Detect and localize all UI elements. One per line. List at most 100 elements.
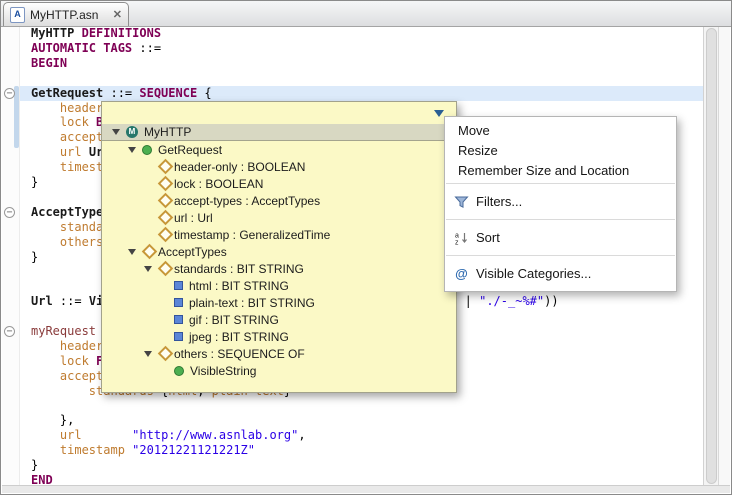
outline-row[interactable]: others : SEQUENCE OF [102, 345, 456, 362]
menu-item-label: Move [458, 123, 490, 138]
tab-label: MyHTTP.asn [30, 8, 98, 22]
outline-row-label: url : Url [174, 211, 213, 225]
menu-separator [446, 255, 675, 256]
outline-row[interactable]: html : BIT STRING [102, 277, 456, 294]
fold-collapse-icon[interactable]: − [4, 207, 15, 218]
code-line[interactable]: } [31, 175, 38, 190]
code-line[interactable]: } [31, 458, 38, 473]
fold-collapse-icon[interactable]: − [4, 88, 15, 99]
outline-row-label: lock : BOOLEAN [174, 177, 263, 191]
bit-icon [174, 281, 183, 290]
menu-item-filters[interactable]: Filters... [445, 187, 676, 216]
field-icon [158, 159, 174, 175]
chevron-down-icon [434, 110, 444, 117]
menu-item-label: Filters... [476, 194, 522, 209]
sequence-icon [142, 145, 152, 155]
outline-row-label: GetRequest [158, 143, 222, 157]
code-line[interactable]: } [31, 250, 38, 265]
outline-row-label: plain-text : BIT STRING [189, 296, 315, 310]
outline-row[interactable]: header-only : BOOLEAN [102, 158, 456, 175]
bit-icon [174, 315, 183, 324]
menu-item-sort[interactable]: az Sort [445, 223, 676, 252]
outline-row[interactable]: GetRequest [102, 141, 456, 158]
outline-row[interactable]: accept-types : AcceptTypes [102, 192, 456, 209]
outline-row[interactable]: plain-text : BIT STRING [102, 294, 456, 311]
code-line[interactable]: END [31, 473, 53, 485]
field-icon [158, 261, 174, 277]
svg-text:a: a [455, 232, 459, 239]
quick-outline-popup: M MyHTTP GetRequest header-only : BOOLEAN lo… [101, 101, 457, 393]
outline-row-label: standards : BIT STRING [174, 262, 304, 276]
horizontal-scrollbar[interactable] [2, 485, 730, 493]
module-icon: M [126, 126, 138, 138]
code-line[interactable]: url "http://www.asnlab.org", [31, 428, 306, 443]
field-icon [158, 210, 174, 226]
outline-row[interactable]: standards : BIT STRING [102, 260, 456, 277]
popup-toolbar [102, 102, 456, 123]
outline-row-label: accept-types : AcceptTypes [174, 194, 320, 208]
code-line[interactable]: MyHTTP DEFINITIONS [31, 26, 161, 41]
outline-row-label: AcceptTypes [158, 245, 227, 259]
vertical-scrollbar[interactable] [703, 27, 719, 485]
outline-row[interactable]: jpeg : BIT STRING [102, 328, 456, 345]
svg-text:z: z [455, 239, 459, 245]
field-icon [142, 244, 158, 260]
categories-icon: @ [453, 267, 470, 280]
outline-row[interactable]: gif : BIT STRING [102, 311, 456, 328]
code-line[interactable]: timestamp "20121221121221Z" [31, 443, 255, 458]
menu-separator [446, 183, 675, 184]
tab-close-icon[interactable]: ✕ [113, 8, 122, 21]
outline-row[interactable]: lock : BOOLEAN [102, 175, 456, 192]
sort-icon: az [453, 231, 470, 245]
menu-separator [446, 219, 675, 220]
menu-item-label: Remember Size and Location [458, 163, 629, 178]
outline-row-label: MyHTTP [144, 125, 191, 139]
code-line[interactable]: GetRequest ::= SEQUENCE { [31, 86, 212, 101]
outline-row-label: header-only : BOOLEAN [174, 160, 305, 174]
outline-row[interactable]: url : Url [102, 209, 456, 226]
menu-item-label: Resize [458, 143, 498, 158]
outline-row[interactable]: M MyHTTP [102, 124, 456, 141]
outline-row[interactable]: AcceptTypes [102, 243, 456, 260]
asn-file-icon: A [10, 7, 25, 23]
menu-item-resize[interactable]: Resize [445, 140, 676, 160]
expand-collapse-icon[interactable] [144, 266, 152, 272]
sequence-icon [174, 366, 184, 376]
field-icon [158, 176, 174, 192]
outline-row-label: timestamp : GeneralizedTime [174, 228, 330, 242]
context-menu: Move Resize Remember Size and Location Filt… [444, 116, 677, 292]
code-line[interactable]: }, [31, 413, 74, 428]
outline-tree: M MyHTTP GetRequest header-only : BOOLEAN lo… [102, 124, 456, 379]
outline-row-label: others : SEQUENCE OF [174, 347, 305, 361]
menu-item-move[interactable]: Move [445, 120, 676, 140]
bit-icon [174, 298, 183, 307]
code-line[interactable]: AUTOMATIC TAGS ::= [31, 41, 161, 56]
editor-window: A MyHTTP.asn ✕ MyHTTP DEFINITIONSAUTOMAT… [0, 0, 732, 495]
field-icon [158, 346, 174, 362]
expand-collapse-icon[interactable] [144, 351, 152, 357]
filter-icon [453, 195, 470, 209]
scrollbar-thumb[interactable] [706, 28, 717, 484]
menu-item-remember-size-and-location[interactable]: Remember Size and Location [445, 160, 676, 180]
overview-ruler [718, 27, 730, 485]
block-range-indicator [14, 86, 19, 148]
editor-tabbar: A MyHTTP.asn ✕ [1, 1, 731, 27]
menu-item-label: Visible Categories... [476, 266, 591, 281]
outline-row-label: html : BIT STRING [189, 279, 289, 293]
menu-item-label: Sort [476, 230, 500, 245]
outline-row[interactable]: timestamp : GeneralizedTime [102, 226, 456, 243]
expand-collapse-icon[interactable] [128, 249, 136, 255]
outline-row[interactable]: VisibleString [102, 362, 456, 379]
outline-row-label: VisibleString [190, 364, 256, 378]
code-line[interactable]: BEGIN [31, 56, 67, 71]
outline-row-label: jpeg : BIT STRING [189, 330, 289, 344]
menu-item-visible-categories[interactable]: @ Visible Categories... [445, 259, 676, 288]
fold-collapse-icon[interactable]: − [4, 326, 15, 337]
outline-row-label: gif : BIT STRING [189, 313, 279, 327]
expand-collapse-icon[interactable] [112, 129, 120, 135]
field-icon [158, 227, 174, 243]
bit-icon [174, 332, 183, 341]
field-icon [158, 193, 174, 209]
tab-myhttp-asn[interactable]: A MyHTTP.asn ✕ [3, 2, 129, 26]
expand-collapse-icon[interactable] [128, 147, 136, 153]
